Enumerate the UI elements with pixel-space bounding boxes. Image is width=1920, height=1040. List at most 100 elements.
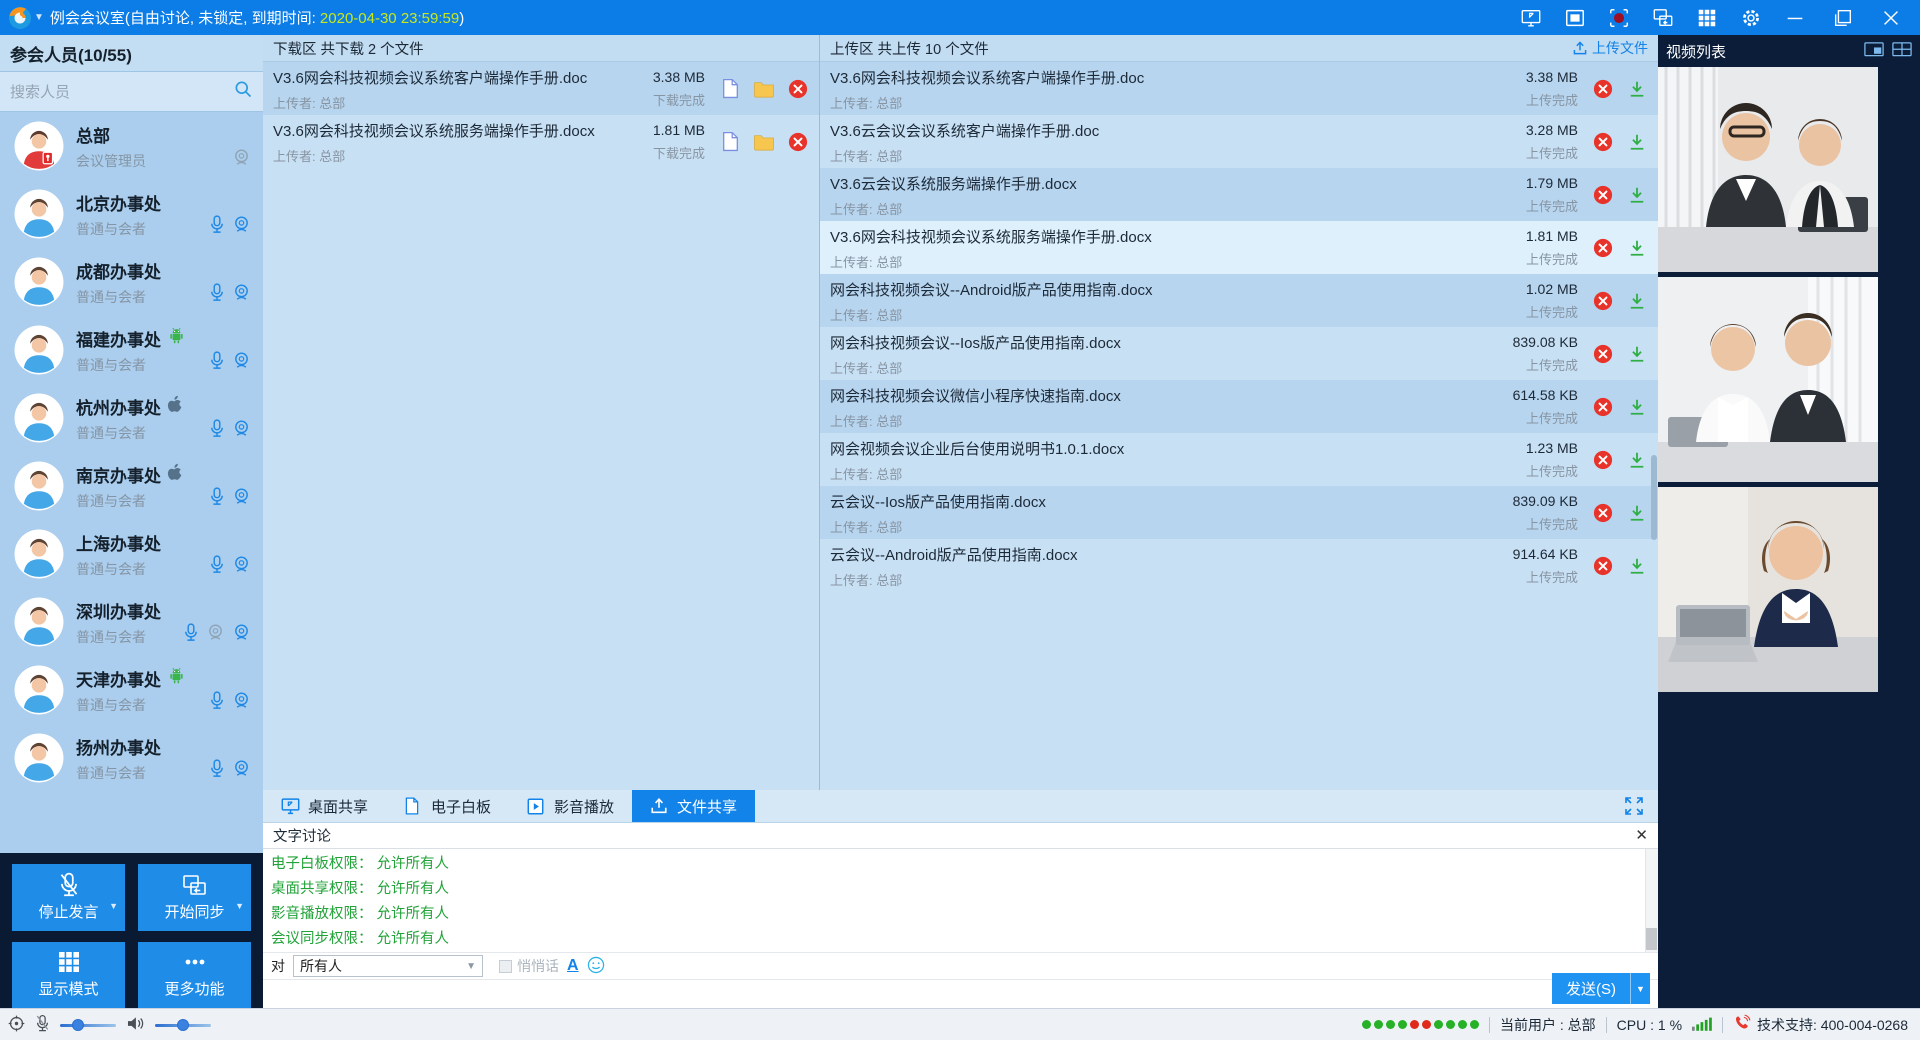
- video-thumbnail-3[interactable]: [1658, 487, 1878, 692]
- delete-file-icon[interactable]: [1592, 343, 1614, 365]
- delete-file-icon[interactable]: [1592, 396, 1614, 418]
- mic-icon[interactable]: [209, 554, 225, 580]
- minimize-button[interactable]: [1784, 7, 1806, 29]
- screen-share-icon[interactable]: [1520, 7, 1542, 29]
- participant-row[interactable]: 深圳办事处普通与会者: [0, 588, 263, 656]
- speaker-icon[interactable]: [126, 1015, 145, 1035]
- close-button[interactable]: [1880, 7, 1902, 29]
- tab-desktop-share[interactable]: 桌面共享: [263, 790, 386, 822]
- file-row[interactable]: V3.6网会科技视频会议系统客户端操作手册.doc上传者: 总部3.38 MB下…: [263, 62, 819, 115]
- delete-file-icon[interactable]: [1592, 290, 1614, 312]
- delete-file-icon[interactable]: [1592, 78, 1614, 100]
- webcam-icon[interactable]: [232, 215, 251, 239]
- mic-icon[interactable]: [209, 418, 225, 444]
- speaker-volume-slider[interactable]: [155, 1019, 211, 1031]
- mic-icon[interactable]: [209, 690, 225, 716]
- mic-icon[interactable]: [209, 214, 225, 240]
- fullscreen-icon[interactable]: [1564, 7, 1586, 29]
- webcam-gray-icon[interactable]: [206, 623, 225, 647]
- control-button-layout-grid[interactable]: 显示模式: [12, 942, 125, 1009]
- control-button-more-dots[interactable]: 更多功能: [138, 942, 251, 1009]
- delete-file-icon[interactable]: [1592, 131, 1614, 153]
- file-row[interactable]: V3.6云会议系统服务端操作手册.docx上传者: 总部1.79 MB上传完成: [820, 168, 1658, 221]
- layout-grid-icon[interactable]: [1696, 7, 1718, 29]
- search-input[interactable]: 搜索人员: [10, 81, 233, 102]
- mic-muted-icon[interactable]: [35, 1014, 50, 1036]
- control-button-sync-screens[interactable]: 开始同步▼: [138, 864, 251, 931]
- mic-volume-slider[interactable]: [60, 1019, 116, 1031]
- open-file-icon[interactable]: [719, 131, 741, 153]
- participant-row[interactable]: 上海办事处普通与会者: [0, 520, 263, 588]
- download-file-icon[interactable]: [1626, 184, 1648, 206]
- webcam-icon[interactable]: [232, 555, 251, 579]
- webcam-icon[interactable]: [232, 283, 251, 307]
- participant-row[interactable]: 成都办事处普通与会者: [0, 248, 263, 316]
- download-file-icon[interactable]: [1626, 449, 1648, 471]
- recipient-select[interactable]: 所有人 ▼: [293, 955, 483, 977]
- chevron-down-icon[interactable]: ▼: [235, 901, 244, 911]
- control-button-mic-off[interactable]: 停止发言▼: [12, 864, 125, 931]
- whisper-checkbox[interactable]: [499, 960, 512, 973]
- file-row[interactable]: 云会议--Ios版产品使用指南.docx上传者: 总部839.09 KB上传完成: [820, 486, 1658, 539]
- expand-fullscreen-icon[interactable]: [1624, 796, 1644, 816]
- mic-icon[interactable]: [209, 350, 225, 376]
- download-file-icon[interactable]: [1626, 237, 1648, 259]
- delete-file-icon[interactable]: [1592, 184, 1614, 206]
- chevron-down-icon[interactable]: ▼: [109, 901, 118, 911]
- title-menu-chevron-icon[interactable]: ▼: [34, 12, 44, 23]
- participant-row[interactable]: 南京办事处普通与会者: [0, 452, 263, 520]
- participant-row[interactable]: 扬州办事处普通与会者: [0, 724, 263, 792]
- video-layout-icon[interactable]: [1892, 42, 1912, 60]
- record-target-icon[interactable]: [8, 1015, 25, 1035]
- chat-close-icon[interactable]: ✕: [1635, 828, 1648, 843]
- chat-scrollbar-thumb[interactable]: [1646, 928, 1657, 950]
- file-row[interactable]: V3.6云会议会议系统客户端操作手册.doc上传者: 总部3.28 MB上传完成: [820, 115, 1658, 168]
- webcam-icon[interactable]: [232, 487, 251, 511]
- download-file-icon[interactable]: [1626, 396, 1648, 418]
- webcam-icon[interactable]: [232, 419, 251, 443]
- delete-file-icon[interactable]: [787, 78, 809, 100]
- file-row[interactable]: V3.6网会科技视频会议系统客户端操作手册.doc上传者: 总部3.38 MB上…: [820, 62, 1658, 115]
- open-folder-icon[interactable]: [753, 131, 775, 153]
- webcam-icon[interactable]: [232, 623, 251, 647]
- delete-file-icon[interactable]: [1592, 449, 1614, 471]
- record-icon[interactable]: [1608, 7, 1630, 29]
- send-button[interactable]: 发送(S) ▼: [1552, 973, 1650, 1004]
- tab-media-play[interactable]: 影音播放: [509, 790, 632, 822]
- delete-file-icon[interactable]: [1592, 555, 1614, 577]
- webcam-icon[interactable]: [232, 351, 251, 375]
- search-box[interactable]: 搜索人员: [0, 72, 263, 112]
- delete-file-icon[interactable]: [1592, 237, 1614, 259]
- download-file-icon[interactable]: [1626, 555, 1648, 577]
- webcam-icon[interactable]: [232, 691, 251, 715]
- chat-scrollbar[interactable]: [1645, 849, 1658, 952]
- file-row[interactable]: 云会议--Android版产品使用指南.docx上传者: 总部914.64 KB…: [820, 539, 1658, 592]
- mic-icon[interactable]: [209, 282, 225, 308]
- maximize-button[interactable]: [1832, 7, 1854, 29]
- font-style-icon[interactable]: A: [567, 957, 579, 975]
- mic-icon[interactable]: [209, 486, 225, 512]
- participant-row[interactable]: 总部会议管理员: [0, 112, 263, 180]
- search-icon[interactable]: [233, 79, 253, 104]
- file-row[interactable]: 网会视频会议企业后台使用说明书1.0.1.docx上传者: 总部1.23 MB上…: [820, 433, 1658, 486]
- open-file-icon[interactable]: [719, 78, 741, 100]
- mic-volume-knob[interactable]: [72, 1019, 84, 1031]
- download-file-icon[interactable]: [1626, 502, 1648, 524]
- delete-file-icon[interactable]: [1592, 502, 1614, 524]
- speaker-volume-knob[interactable]: [177, 1019, 189, 1031]
- sync-screens-icon[interactable]: [1652, 7, 1674, 29]
- download-file-icon[interactable]: [1626, 343, 1648, 365]
- download-file-icon[interactable]: [1626, 131, 1648, 153]
- webcam-icon[interactable]: [232, 759, 251, 783]
- webcam-gray-icon[interactable]: [232, 148, 251, 172]
- participant-row[interactable]: 福建办事处普通与会者: [0, 316, 263, 384]
- download-file-icon[interactable]: [1626, 78, 1648, 100]
- delete-file-icon[interactable]: [787, 131, 809, 153]
- participant-row[interactable]: 杭州办事处普通与会者: [0, 384, 263, 452]
- file-row[interactable]: 网会科技视频会议微信小程序快速指南.docx上传者: 总部614.58 KB上传…: [820, 380, 1658, 433]
- participant-row[interactable]: 天津办事处普通与会者: [0, 656, 263, 724]
- tab-file-share[interactable]: 文件共享: [632, 790, 755, 822]
- video-thumbnail-2[interactable]: [1658, 277, 1878, 482]
- settings-gear-icon[interactable]: [1740, 7, 1762, 29]
- file-row[interactable]: 网会科技视频会议--Android版产品使用指南.docx上传者: 总部1.02…: [820, 274, 1658, 327]
